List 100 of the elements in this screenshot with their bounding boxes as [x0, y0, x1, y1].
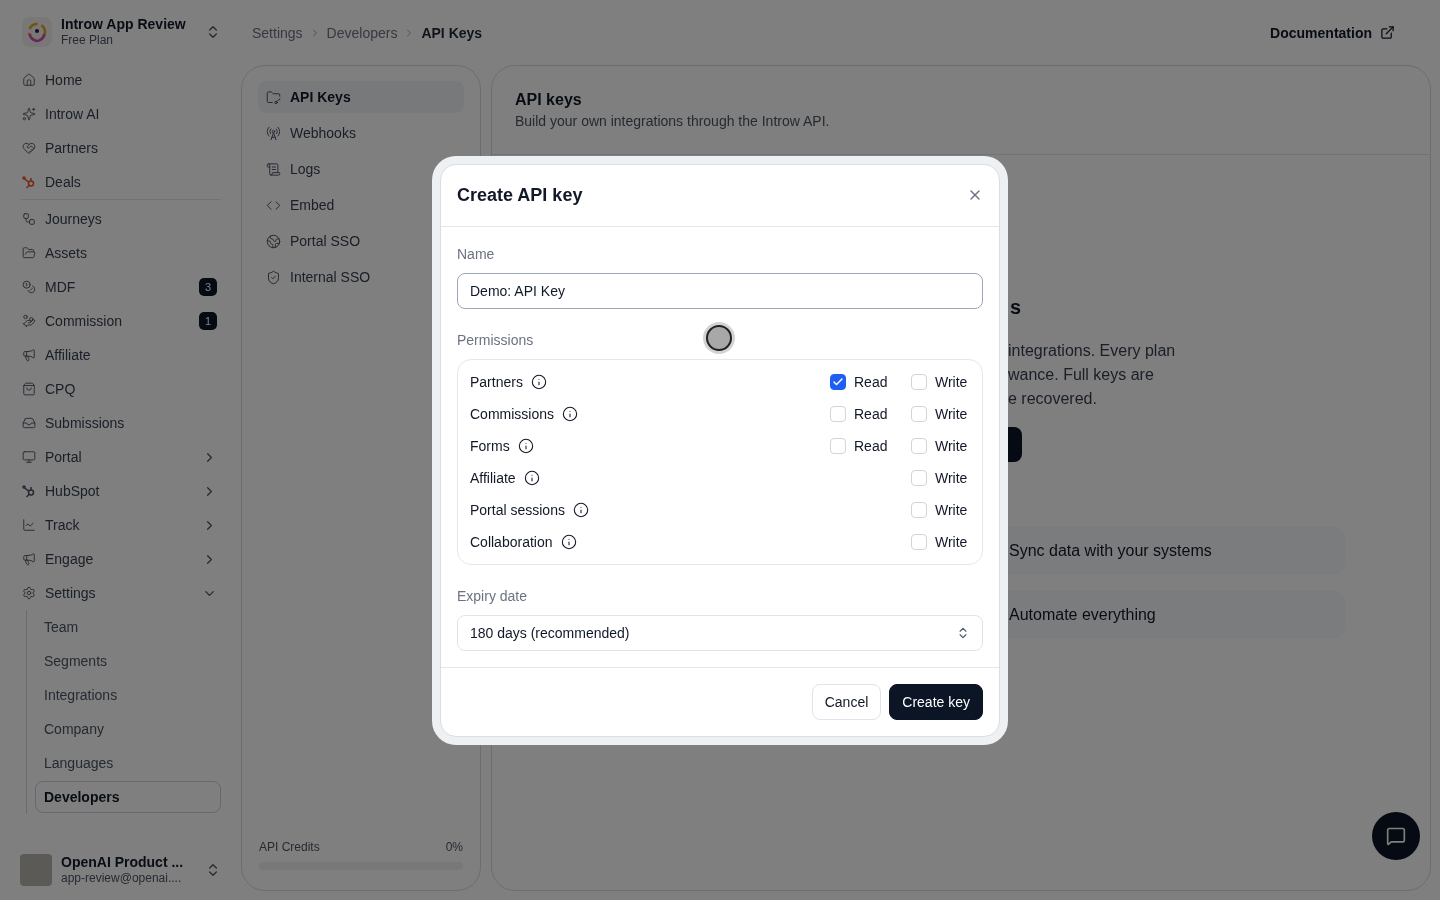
- sidebar-item[interactable]: Partners: [20, 131, 221, 165]
- breadcrumb-link[interactable]: Settings: [252, 24, 303, 41]
- name-input[interactable]: Demo: API Key: [457, 272, 983, 309]
- info-icon: [572, 501, 589, 518]
- hub-icon: [22, 484, 36, 498]
- credits-value: 0%: [445, 840, 463, 854]
- workspace-name: Introw App Review: [61, 15, 187, 33]
- field-label: Permissions: [457, 330, 534, 349]
- sidebar-item[interactable]: Submissions: [20, 406, 221, 440]
- checkbox-label: Write: [935, 373, 968, 390]
- checkbox-label: Write: [935, 533, 968, 550]
- sidebar-item[interactable]: Track: [20, 508, 221, 542]
- count-badge: 1: [199, 312, 217, 330]
- sidebar-item[interactable]: Assets: [20, 236, 221, 270]
- permission-name: Commissions: [470, 405, 554, 422]
- sidebar-item[interactable]: Settings: [20, 576, 221, 610]
- bag-icon: [22, 382, 36, 396]
- scroll-icon: [266, 161, 281, 177]
- check-icon: [832, 375, 844, 388]
- coin-hand-icon: [22, 314, 36, 328]
- sidebar-item[interactable]: Affiliate: [20, 338, 221, 372]
- sidebar-subitem[interactable]: Company: [35, 712, 221, 746]
- workspace-plan: Free Plan: [61, 32, 115, 48]
- cursor-icon: [706, 325, 732, 351]
- info-icon: [517, 437, 534, 454]
- permission-name: Affiliate: [470, 469, 516, 486]
- heading-fragment: s: [1010, 295, 1023, 320]
- permission-name: Partners: [470, 373, 523, 390]
- permission-name: Portal sessions: [470, 501, 565, 518]
- monitor-icon: [22, 450, 36, 464]
- shield-check-icon: [266, 269, 281, 285]
- globe-icon: [266, 233, 281, 249]
- documentation-link[interactable]: Documentation: [1270, 24, 1395, 41]
- settings-icon: [22, 586, 36, 600]
- credits-label: API Credits: [259, 840, 320, 854]
- info-icon: [560, 533, 577, 550]
- checkbox-label: Write: [935, 405, 968, 422]
- sidebar-subitem[interactable]: Languages: [35, 746, 221, 780]
- user-email: app-review@openai....: [61, 871, 183, 886]
- breadcrumb-link[interactable]: API Keys: [421, 24, 483, 41]
- inbox-icon: [22, 416, 36, 430]
- breadcrumb-link[interactable]: Developers: [326, 24, 398, 41]
- count-badge: 3: [199, 278, 217, 296]
- coins-icon: [22, 280, 36, 294]
- checkbox[interactable]: [830, 373, 846, 390]
- field-label: Name: [457, 244, 495, 263]
- sidebar-item[interactable]: Engage: [20, 542, 221, 576]
- page-subtitle: Build your own integrations through the Introw API.: [515, 112, 831, 130]
- workspace-logo: [22, 16, 52, 47]
- sidebar-item[interactable]: Deals: [20, 165, 221, 199]
- dialog-title: Create API key: [457, 184, 583, 206]
- page-title: API keys: [515, 90, 583, 110]
- sidebar-item[interactable]: MDF 3: [20, 270, 221, 304]
- info-icon: [562, 405, 578, 422]
- settings-nav-item[interactable]: Webhooks: [258, 117, 464, 149]
- settings-nav-item[interactable]: Logs: [258, 153, 464, 185]
- chat-button[interactable]: [1372, 812, 1420, 860]
- sidebar-subitem[interactable]: Integrations: [35, 678, 221, 712]
- checkbox-label: Write: [935, 501, 968, 518]
- field-label: Expiry date: [457, 586, 528, 605]
- checkbox-label: Read: [854, 405, 888, 422]
- line-chart-icon: [22, 518, 36, 532]
- create-button[interactable]: Create key: [889, 683, 983, 720]
- sidebar-item[interactable]: Commission 1: [20, 304, 221, 338]
- checkbox-label: Write: [935, 437, 968, 454]
- folder-icon: [22, 246, 36, 260]
- radio-tower-icon: [266, 125, 281, 141]
- info-icon: [523, 469, 540, 486]
- chat-icon: [1386, 826, 1406, 846]
- workflow-icon: [22, 212, 36, 226]
- cancel-button[interactable]: Cancel: [811, 683, 882, 720]
- sidebar-item[interactable]: Journeys: [20, 202, 221, 236]
- heart-handshake-icon: [22, 141, 36, 155]
- sidebar-item[interactable]: HubSpot: [20, 474, 221, 508]
- folder-key-icon: [266, 89, 281, 105]
- permission-name: Forms: [470, 437, 510, 454]
- sidebar-item[interactable]: Home: [20, 63, 221, 97]
- description-line: e recovered.: [1007, 389, 1098, 409]
- home-icon: [22, 73, 36, 87]
- user-name: OpenAI Product ...: [61, 854, 185, 871]
- checkbox-label: Read: [854, 437, 888, 454]
- sidebar-item[interactable]: CPQ: [20, 372, 221, 406]
- expiry-select[interactable]: 180 days (recommended): [457, 614, 983, 651]
- external-link-icon: [1380, 25, 1395, 40]
- settings-nav-item[interactable]: API Keys: [258, 81, 464, 113]
- permission-name: Collaboration: [470, 533, 553, 550]
- sidebar-item[interactable]: Introw AI: [20, 97, 221, 131]
- sidebar-subitem[interactable]: Team: [35, 610, 221, 644]
- sparkle-icon: [22, 107, 36, 121]
- sidebar-subitem[interactable]: Segments: [35, 644, 221, 678]
- description-line: integrations. Every plan: [1007, 341, 1177, 361]
- hub-icon: [22, 175, 36, 189]
- avatar-placeholder: [20, 854, 52, 886]
- checkbox-label: Read: [854, 373, 888, 390]
- info-icon: [530, 373, 547, 390]
- checkbox-label: Write: [935, 469, 968, 486]
- description-line: wance. Full keys are: [1007, 365, 1155, 385]
- megaphone-icon: [22, 552, 36, 566]
- sidebar-item[interactable]: Portal: [20, 440, 221, 474]
- sidebar-subitem[interactable]: Developers: [35, 781, 221, 813]
